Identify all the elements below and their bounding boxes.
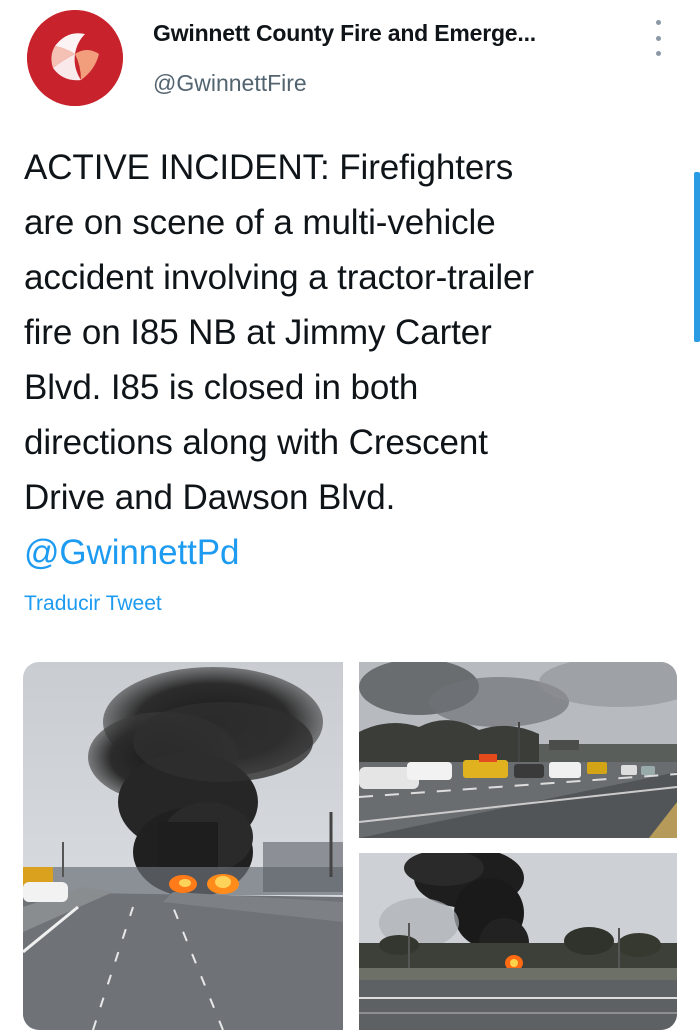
tweet-line: accident involving a tractor-trailer: [24, 258, 534, 297]
tweet-line: Drive and Dawson Blvd.: [24, 478, 396, 517]
translate-tweet-link[interactable]: Traducir Tweet: [24, 592, 162, 616]
dot: [655, 51, 661, 56]
media-photo-traffic-scene[interactable]: [359, 662, 677, 838]
account-display-name[interactable]: Gwinnett County Fire and Emerge...: [153, 20, 536, 47]
tweet-line: fire on I85 NB at Jimmy Carter: [24, 313, 492, 352]
photo-smoke-distance: [359, 853, 677, 1030]
tweet-line: directions along with Crescent: [24, 423, 488, 462]
media-photo-highway-fire[interactable]: [23, 662, 343, 1030]
scrollbar[interactable]: [694, 172, 700, 342]
tweet-line: are on scene of a multi-vehicle: [24, 203, 496, 242]
dot: [655, 20, 661, 25]
tweet-line: Blvd. I85 is closed in both: [24, 368, 419, 407]
dot: [655, 35, 661, 41]
media-grid: [23, 662, 677, 1030]
account-handle[interactable]: @GwinnettFire: [153, 70, 307, 97]
avatar[interactable]: [27, 10, 123, 106]
tweet-header: Gwinnett County Fire and Emerge... @Gwin…: [0, 0, 700, 120]
photo-highway-fire: [23, 662, 343, 1030]
tweet-text: ACTIVE INCIDENT: Firefighters are on sce…: [24, 140, 674, 580]
more-options-icon[interactable]: [648, 20, 668, 56]
gwinnett-fire-logo-icon: [27, 10, 123, 106]
mention-link[interactable]: @GwinnettPd: [24, 525, 674, 580]
photo-traffic-scene: [359, 662, 677, 838]
tweet-line: ACTIVE INCIDENT: Firefighters: [24, 148, 514, 187]
media-photo-smoke-distance[interactable]: [359, 853, 677, 1030]
